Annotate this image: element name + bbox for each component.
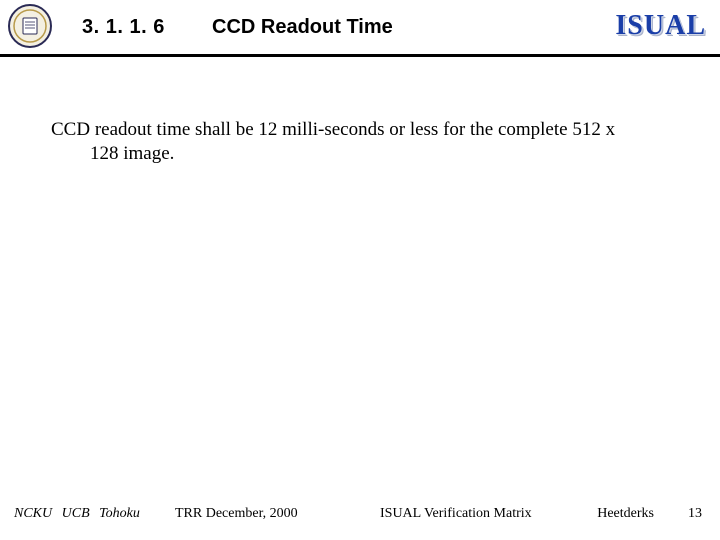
isual-logo: ISUAL — [615, 10, 706, 42]
footer-event-date: TRR December, 2000 — [175, 506, 298, 522]
body-line-1: CCD readout time shall be 12 milli-secon… — [52, 118, 680, 142]
footer-doc-title: ISUAL Verification Matrix — [380, 506, 532, 522]
slide-body: CCD readout time shall be 12 milli-secon… — [52, 118, 680, 167]
footer-author: Heetderks — [597, 506, 654, 522]
body-line-2: 128 image. — [52, 142, 680, 166]
slide-title: CCD Readout Time — [212, 16, 393, 39]
slide-footer: NCKU UCB Tohoku TRR December, 2000 ISUAL… — [0, 500, 720, 522]
section-number: 3. 1. 1. 6 — [82, 16, 165, 39]
slide-header: 3. 1. 1. 6 CCD Readout Time ISUAL — [0, 0, 720, 54]
header-divider — [0, 54, 720, 57]
footer-organizations: NCKU UCB Tohoku — [14, 506, 140, 522]
slide: 3. 1. 1. 6 CCD Readout Time ISUAL CCD re… — [0, 0, 720, 540]
footer-page-number: 13 — [688, 506, 702, 522]
university-seal-icon — [8, 4, 52, 48]
